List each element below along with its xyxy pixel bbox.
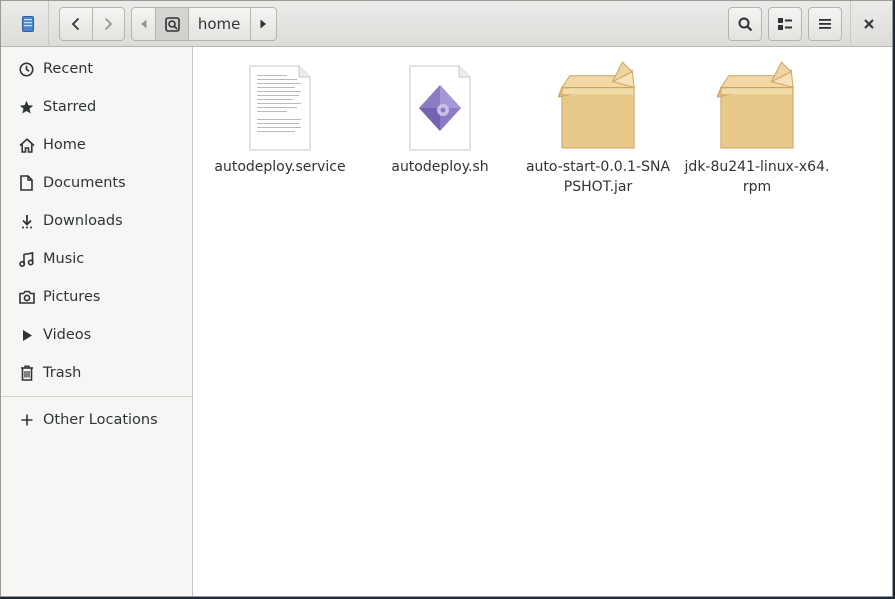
sidebar-item-trash[interactable]: Trash [1, 355, 192, 391]
sidebar-item-label: Trash [43, 365, 82, 381]
sidebar: Recent Starred Home Documents Downloads [1, 47, 193, 596]
file-grid: autodeploy.service autodeploy.sh auto-st… [194, 47, 892, 596]
clock-icon [18, 61, 35, 78]
sidebar-item-label: Pictures [43, 289, 101, 305]
download-icon [18, 213, 35, 230]
triangle-right-icon [260, 19, 267, 29]
view-toggle-button[interactable] [768, 7, 802, 41]
chevron-left-icon [71, 17, 79, 31]
file-name: auto-start-0.0.1-SNAPSHOT.jar [525, 159, 671, 195]
search-button[interactable] [728, 7, 762, 41]
sidebar-item-label: Videos [43, 327, 92, 343]
path-segment-home[interactable]: home [189, 8, 251, 40]
search-icon [738, 17, 752, 31]
sidebar-item-label: Downloads [43, 213, 123, 229]
files-app-icon [15, 14, 41, 34]
trash-icon [18, 365, 35, 382]
file-item[interactable]: jdk-8u241-linux-x64.rpm [682, 61, 832, 197]
sidebar-item-label: Other Locations [43, 412, 158, 428]
camera-icon [18, 289, 35, 306]
menu-button[interactable] [808, 7, 842, 41]
package-box-icon [717, 61, 797, 151]
plus-icon [18, 412, 35, 429]
file-manager-window: home Recent Starred Home Documents Downl… [0, 0, 893, 597]
path-bar: home [131, 7, 277, 41]
file-item[interactable]: autodeploy.sh [365, 61, 515, 177]
path-segment-label: home [197, 15, 241, 33]
sidebar-separator [1, 396, 192, 397]
play-icon [18, 327, 35, 344]
sidebar-item-label: Recent [43, 61, 94, 77]
sidebar-item-label: Starred [43, 99, 97, 115]
shell-script-icon [400, 61, 480, 151]
path-scroll-right-button[interactable] [251, 8, 276, 40]
close-window-button[interactable] [852, 7, 886, 41]
sidebar-item-downloads[interactable]: Downloads [1, 203, 192, 239]
sidebar-item-label: Home [43, 137, 86, 153]
navigation-buttons [59, 7, 125, 41]
list-view-icon [778, 18, 792, 30]
chevron-right-icon [105, 17, 113, 31]
path-root-button[interactable] [156, 8, 189, 40]
text-file-icon [240, 61, 320, 151]
file-item[interactable]: auto-start-0.0.1-SNAPSHOT.jar [523, 61, 673, 197]
header-separator [48, 1, 49, 47]
sidebar-item-recent[interactable]: Recent [1, 51, 192, 87]
file-name: autodeploy.service [214, 159, 346, 175]
document-icon [18, 175, 35, 192]
package-box-icon [558, 61, 638, 151]
sidebar-item-documents[interactable]: Documents [1, 165, 192, 201]
home-folder-icon [164, 16, 180, 32]
sidebar-item-videos[interactable]: Videos [1, 317, 192, 353]
sidebar-item-home[interactable]: Home [1, 127, 192, 163]
sidebar-item-label: Documents [43, 175, 126, 191]
sidebar-item-starred[interactable]: Starred [1, 89, 192, 125]
header-separator [850, 1, 851, 47]
star-icon [18, 99, 35, 116]
sidebar-item-pictures[interactable]: Pictures [1, 279, 192, 315]
music-note-icon [18, 251, 35, 268]
header-bar: home [1, 1, 892, 47]
sidebar-item-other-locations[interactable]: Other Locations [1, 402, 192, 438]
file-item[interactable]: autodeploy.service [205, 61, 355, 177]
path-scroll-left-button[interactable] [132, 8, 157, 40]
sidebar-item-label: Music [43, 251, 85, 267]
home-icon [18, 137, 35, 154]
file-name: jdk-8u241-linux-x64.rpm [684, 159, 830, 195]
forward-button[interactable] [93, 8, 125, 40]
sidebar-item-music[interactable]: Music [1, 241, 192, 277]
hamburger-menu-icon [819, 19, 831, 29]
file-name: autodeploy.sh [391, 159, 489, 175]
triangle-left-icon [140, 19, 147, 29]
close-icon [864, 19, 874, 29]
back-button[interactable] [60, 8, 93, 40]
